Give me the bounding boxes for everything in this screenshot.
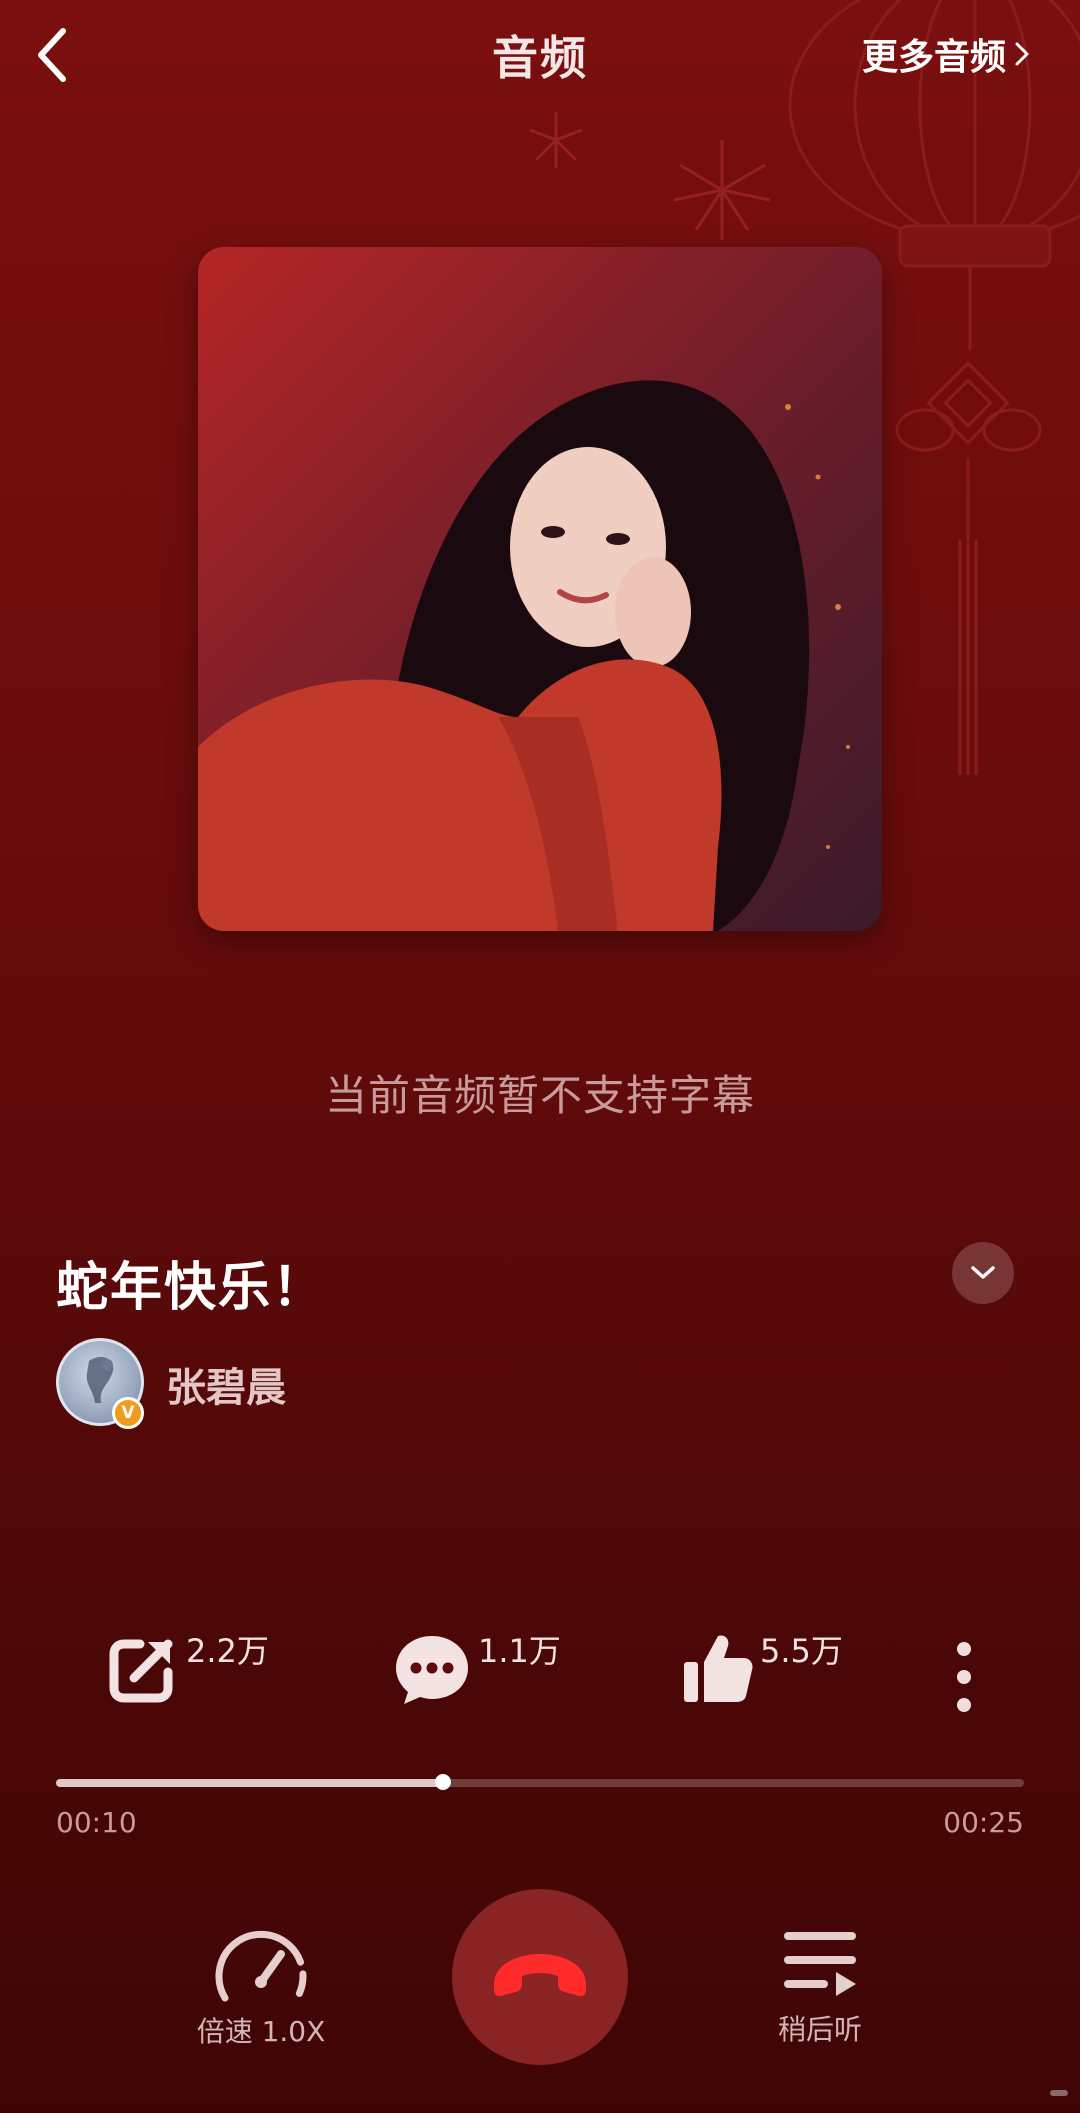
more-audio-label: 更多音频 — [861, 37, 1006, 78]
author-name[interactable]: 张碧晨 — [166, 1355, 286, 1413]
dot-icon — [957, 1698, 971, 1712]
share-count: 2.2万 — [186, 1632, 269, 1670]
expand-details-button[interactable] — [952, 1242, 1014, 1304]
dot-icon — [957, 1670, 971, 1684]
listen-later-button[interactable]: 稍后听 — [760, 1922, 880, 2048]
subtitle-unavailable-notice: 当前音频暂不支持字幕 — [324, 1071, 755, 1120]
listen-later-label: 稍后听 — [777, 2013, 862, 2046]
share-button[interactable]: 2.2万 — [104, 1630, 269, 1706]
phone-hangup-icon — [494, 1954, 586, 1997]
chevron-down-icon — [971, 1266, 995, 1279]
current-time: 00:10 — [56, 1806, 137, 1839]
audio-player-screen: 音频 更多音频 当前音频暂不支持字幕 蛇年快乐！ V 张碧晨 2.2万 1.1万… — [0, 0, 1080, 2113]
dot-icon — [957, 1642, 971, 1656]
comment-button[interactable]: 1.1万 — [392, 1630, 561, 1706]
progress-fill — [56, 1779, 443, 1787]
comment-count: 1.1万 — [478, 1632, 561, 1670]
progress-thumb[interactable] — [435, 1774, 451, 1790]
playback-speed-button[interactable]: 倍速 1.0X — [196, 1920, 326, 2050]
comment-icon — [396, 1636, 468, 1704]
like-button[interactable]: 5.5万 — [682, 1630, 843, 1706]
album-cover-image — [198, 247, 882, 931]
speed-label: 倍速 1.0X — [196, 2015, 326, 2048]
chevron-right-icon — [1015, 42, 1029, 66]
thumbs-up-icon — [684, 1635, 753, 1702]
home-indicator — [1050, 2090, 1068, 2096]
more-audio-link[interactable]: 更多音频 — [862, 28, 1030, 80]
total-time: 00:25 — [943, 1806, 1024, 1839]
hang-up-button[interactable] — [452, 1889, 628, 2065]
album-cover — [198, 247, 882, 931]
playlist-later-icon — [784, 1932, 856, 1996]
share-icon — [109, 1639, 173, 1703]
speedometer-icon — [215, 1930, 307, 2002]
like-count: 5.5万 — [760, 1632, 843, 1670]
track-title: 蛇年快乐！ — [56, 1258, 327, 1318]
more-options-button[interactable] — [946, 1642, 982, 1712]
verified-badge-icon: V — [112, 1397, 144, 1429]
